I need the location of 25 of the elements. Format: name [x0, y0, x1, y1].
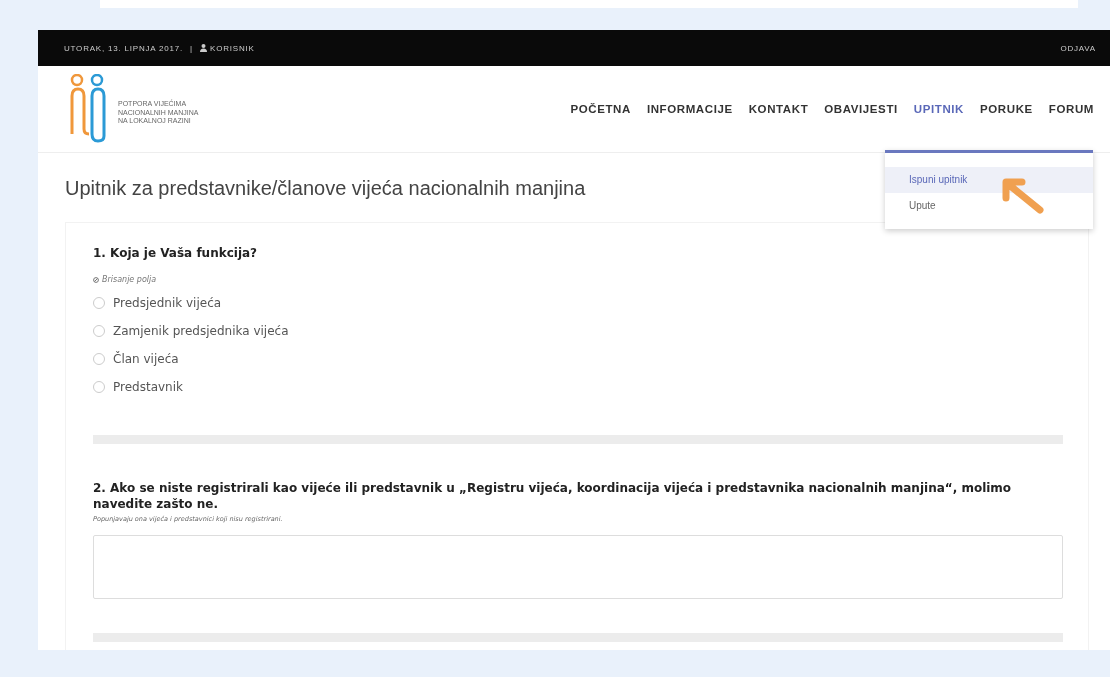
user-icon [200, 44, 207, 52]
nav-link[interactable]: KONTAKT [748, 103, 809, 115]
date-text: UTORAK, 13. LIPNJA 2017. [64, 43, 184, 53]
clear-icon [93, 276, 99, 283]
menu-item[interactable]: Upute [885, 193, 1093, 219]
question-text: 2. Ako se niste registrirali kao vijeće ili predstavnik u „Registru vijeća, koordinacija vijeća i predstavnika nacionalnih manjina“, molimo navedite zašto ne. [93, 480, 1013, 512]
menu-item[interactable]: Ispuni upitnik [885, 167, 1093, 193]
user-link[interactable]: KORISNIK [210, 43, 255, 53]
page-title: Upitnik za predstavnike/članove vijeća nacionalnih manjina [65, 177, 586, 200]
nav-link[interactable]: INFORMACIJE [646, 103, 733, 115]
option-label: Zamjenik predsjednika vijeća [113, 324, 289, 338]
nav-link[interactable]: PORUKE [980, 103, 1033, 115]
answer-field[interactable] [93, 535, 1063, 599]
nav-link[interactable]: FORUM [1048, 103, 1094, 115]
logout-link[interactable]: ODJAVA [1060, 43, 1096, 53]
nav-link[interactable]: POČETNA [570, 103, 631, 115]
question-text: 1. Koja je Vaša funkcija? [93, 245, 259, 261]
separator-text: | [190, 43, 193, 53]
option-label: Predstavnik [113, 380, 183, 394]
clear-link[interactable]: Brisanje polja [102, 275, 157, 284]
arrow-icon [1000, 176, 1046, 216]
option-label: Predsjednik vijeća [113, 296, 222, 310]
option-label: Član vijeća [113, 352, 179, 366]
nav-link[interactable]: UPITNIK [913, 103, 964, 115]
nav-link[interactable]: OBAVIJESTI [824, 103, 898, 115]
